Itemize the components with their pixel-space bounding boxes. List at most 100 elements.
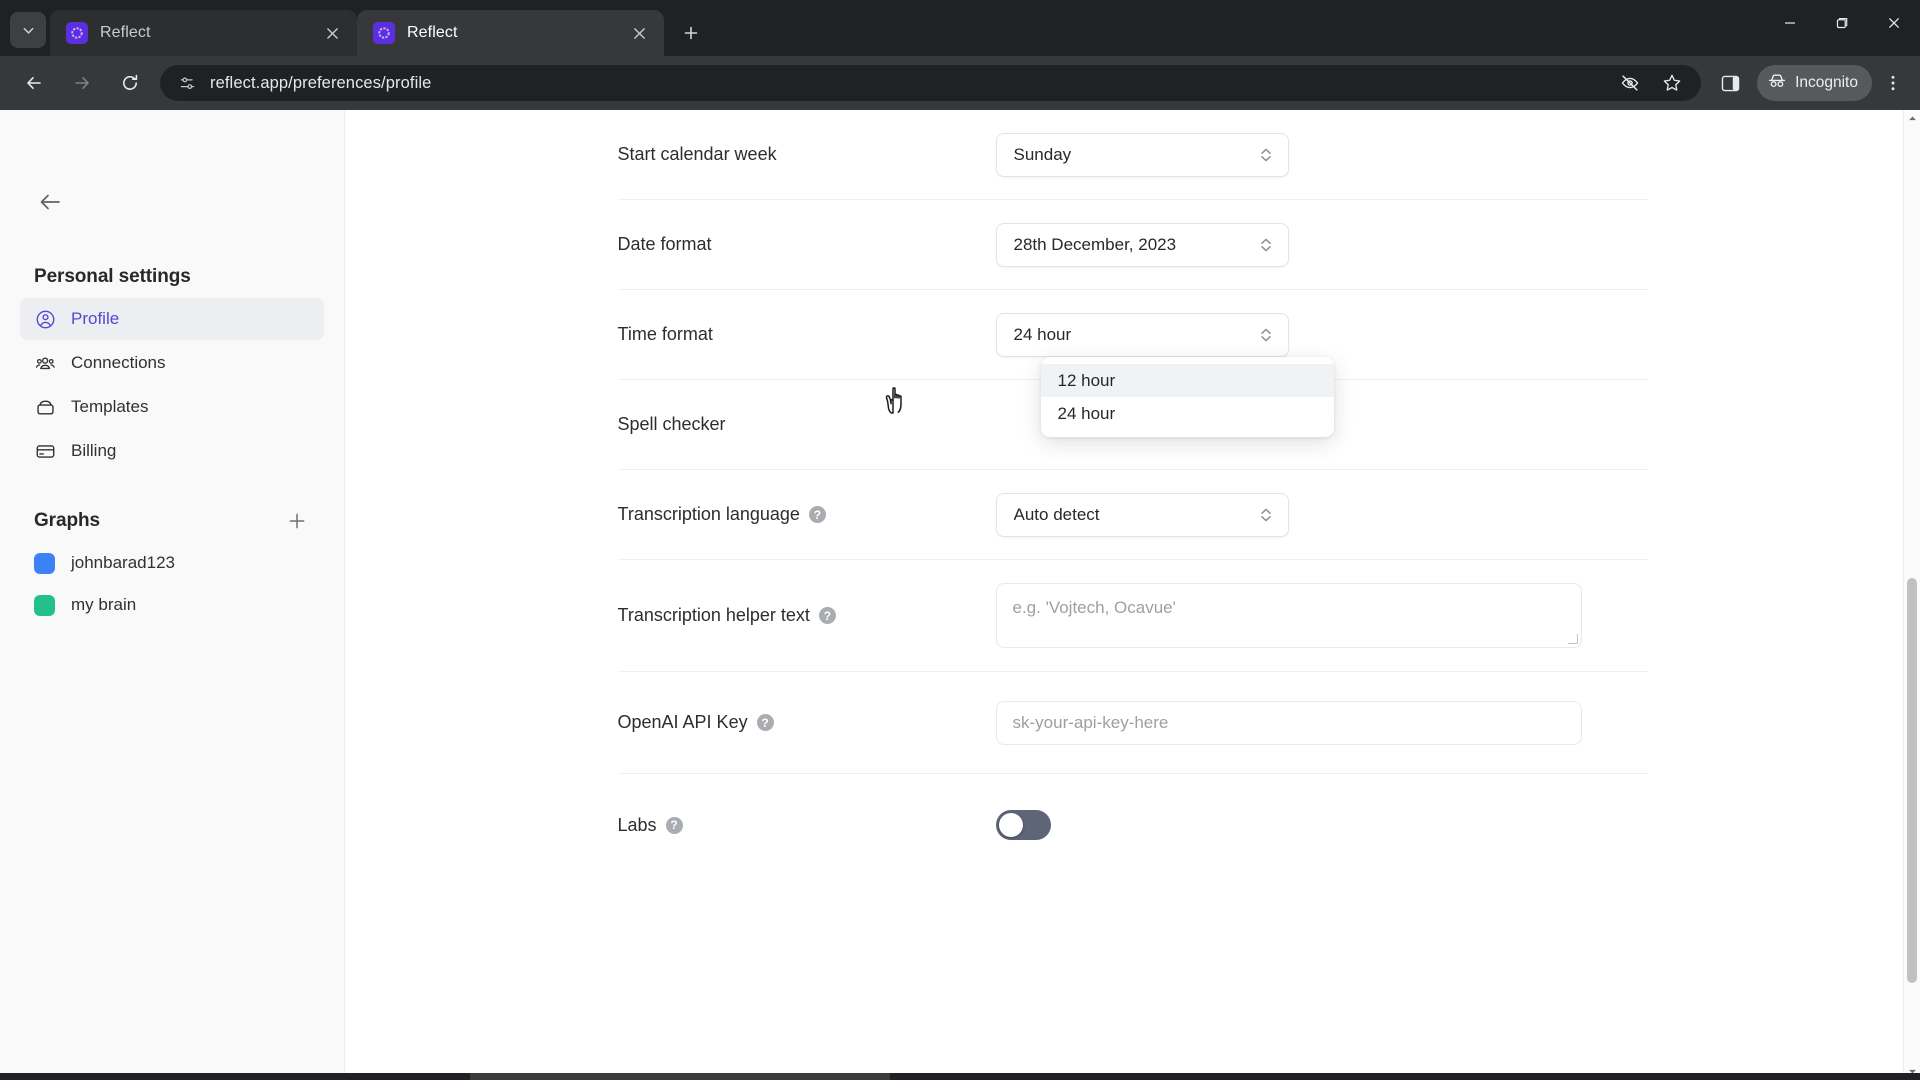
tab-search-button[interactable] [10, 12, 46, 48]
browser-menu-button[interactable] [1876, 65, 1910, 101]
graph-color-swatch [34, 594, 55, 616]
setting-row-labs: Labs ? [618, 774, 1648, 876]
window-maximize-button[interactable] [1816, 0, 1868, 46]
setting-row-transcription-language: Transcription language ? Auto detect [617, 470, 1648, 560]
window-minimize-button[interactable] [1764, 0, 1816, 46]
window-close-button[interactable] [1868, 0, 1920, 46]
graphs-section-header: Graphs [20, 508, 324, 534]
setting-label-text: Transcription language [617, 504, 800, 524]
back-button[interactable] [16, 65, 52, 101]
help-icon[interactable]: ? [808, 506, 826, 523]
reload-button[interactable] [112, 65, 148, 101]
tab-close-icon[interactable] [626, 20, 652, 46]
eye-off-icon[interactable] [1612, 65, 1648, 101]
window-controls [1764, 0, 1920, 46]
sidebar-back-button[interactable] [30, 182, 70, 222]
chevron-updown-icon [1258, 235, 1274, 255]
incognito-indicator[interactable]: Incognito [1757, 65, 1872, 101]
setting-label: Labs ? [618, 815, 996, 836]
scrollbar-thumb[interactable] [1907, 578, 1917, 983]
sidebar-item-label: Connections [71, 353, 166, 372]
help-icon[interactable]: ? [665, 816, 683, 834]
textarea-placeholder: e.g. 'Vojtech, Ocavue' [1012, 598, 1176, 617]
select-value: Auto detect [1013, 504, 1100, 524]
time-format-select[interactable]: 24 hour [995, 312, 1289, 357]
user-circle-icon [34, 308, 56, 330]
sidebar-item-templates[interactable]: Templates [20, 386, 324, 428]
help-icon[interactable]: ? [756, 714, 774, 731]
settings-list: Start calendar week Sunday Date format 2… [573, 110, 1693, 876]
setting-label-text: OpenAI API Key [617, 712, 748, 732]
address-bar-url: reflect.app/preferences/profile [210, 73, 432, 92]
browser-tab-1[interactable]: Reflect [50, 10, 357, 56]
setting-label-text: Time format [617, 324, 713, 344]
graph-item-johnbarad123[interactable]: johnbarad123 [20, 542, 324, 584]
graph-item-label: johnbarad123 [71, 553, 175, 572]
setting-control: 24 hour [995, 312, 1648, 357]
browser-tab-2[interactable]: Reflect [357, 10, 664, 56]
graphs-title: Graphs [34, 510, 100, 531]
transcription-language-select[interactable]: Auto detect [995, 492, 1289, 537]
back-arrow-icon [40, 194, 60, 210]
taskbar-highlight [470, 1073, 890, 1080]
dropdown-option-label: 12 hour [1057, 370, 1116, 390]
dropdown-option-12-hour[interactable]: 12 hour [1040, 364, 1334, 397]
settings-main-panel: Start calendar week Sunday Date format 2… [345, 110, 1920, 1080]
incognito-hat-icon [1767, 71, 1787, 96]
transcription-helper-text-textarea[interactable]: e.g. 'Vojtech, Ocavue' [995, 583, 1582, 648]
tab-title: Reflect [407, 24, 458, 41]
forward-button[interactable] [64, 65, 100, 101]
setting-label: Time format [618, 324, 996, 345]
page-scrollbar-vertical[interactable] [1903, 110, 1920, 1080]
graph-item-my-brain[interactable]: my brain [20, 584, 324, 626]
bookmark-star-icon[interactable] [1654, 65, 1690, 101]
openai-api-key-input[interactable]: sk-your-api-key-here [995, 700, 1582, 745]
setting-control: 28th December, 2023 [995, 222, 1648, 267]
dropdown-option-label: 24 hour [1057, 403, 1116, 423]
chevron-updown-icon [1258, 505, 1274, 525]
start-calendar-week-select[interactable]: Sunday [995, 132, 1289, 177]
time-format-dropdown[interactable]: 12 hour 24 hour [1040, 357, 1334, 437]
scroll-up-arrow[interactable] [1904, 110, 1920, 127]
setting-control: Auto detect [995, 492, 1648, 537]
address-bar[interactable]: reflect.app/preferences/profile [160, 65, 1702, 101]
tab-close-icon[interactable] [319, 20, 345, 46]
sidebar-item-profile[interactable]: Profile [20, 298, 324, 340]
add-graph-button[interactable] [284, 508, 310, 534]
tab-title: Reflect [100, 24, 151, 41]
dropdown-option-24-hour[interactable]: 24 hour [1041, 397, 1334, 430]
date-format-select[interactable]: 28th December, 2023 [995, 222, 1289, 267]
box-icon [34, 396, 56, 418]
setting-label: Start calendar week [618, 144, 996, 165]
sidebar-item-label: Profile [71, 309, 120, 328]
people-icon [34, 352, 56, 374]
setting-label: Transcription language ? [618, 504, 996, 525]
setting-row-start-calendar-week: Start calendar week Sunday [617, 110, 1648, 200]
setting-label: Date format [618, 234, 996, 255]
setting-control: sk-your-api-key-here [995, 700, 1648, 745]
resize-grip-icon[interactable] [1567, 634, 1578, 644]
plus-icon [289, 513, 305, 529]
setting-row-time-format: Time format 24 hour 12 hour 24 hour [617, 290, 1648, 437]
browser-toolbar: reflect.app/preferences/profile Incognit… [0, 56, 1920, 110]
tab-strip: Reflect Reflect [0, 0, 1920, 56]
sidebar-section-title: Personal settings [34, 266, 191, 287]
labs-toggle[interactable] [995, 810, 1051, 840]
page-settings-icon[interactable] [174, 70, 200, 96]
chevron-down-icon [23, 27, 33, 34]
setting-label-text: Date format [617, 234, 712, 254]
side-panel-icon[interactable] [1712, 65, 1748, 101]
setting-label-text: Spell checker [617, 414, 726, 434]
select-value: 28th December, 2023 [1013, 234, 1177, 254]
help-icon[interactable]: ? [818, 607, 836, 624]
new-tab-button[interactable] [672, 14, 710, 52]
page-viewport: Personal settings Profile Connections Te… [0, 110, 1920, 1080]
input-placeholder: sk-your-api-key-here [1012, 712, 1169, 732]
sidebar-item-connections[interactable]: Connections [20, 342, 324, 384]
setting-label: Transcription helper text ? [618, 605, 996, 626]
settings-sidebar: Personal settings Profile Connections Te… [0, 110, 345, 1080]
sidebar-item-label: Templates [71, 397, 149, 416]
browser-window: Reflect Reflect reflect.app/preferences/… [0, 0, 1920, 1080]
reflect-logo-icon [373, 22, 395, 44]
sidebar-item-billing[interactable]: Billing [20, 430, 324, 472]
